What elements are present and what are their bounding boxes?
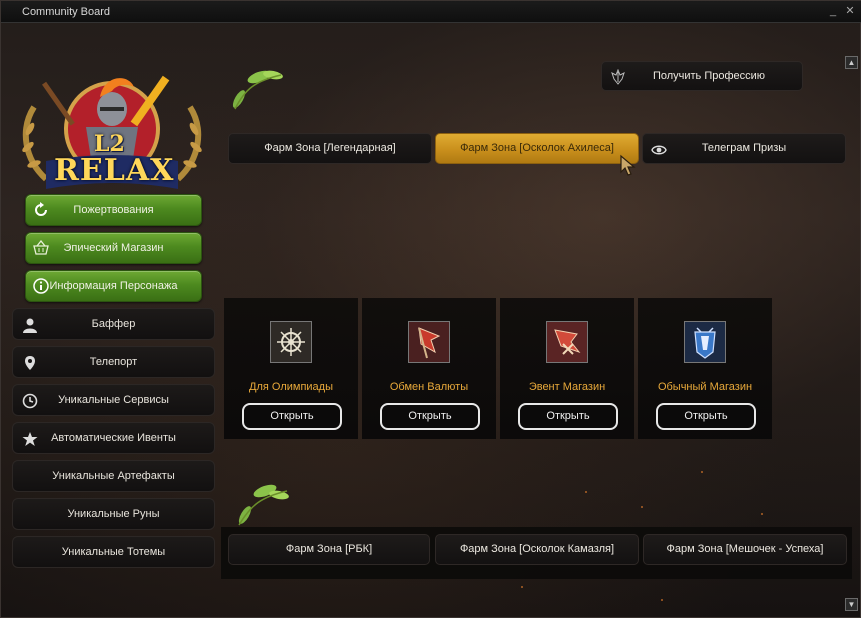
tab-label: Фарм Зона [Осколок Ахилеса]	[460, 142, 614, 154]
bottom-button-label: Фарм Зона [РБК]	[285, 543, 373, 555]
map-pin-icon	[25, 356, 35, 370]
scroll-down-button[interactable]: ▼	[845, 598, 858, 611]
sidebar-item-buffer[interactable]: Баффер	[12, 308, 215, 340]
ember-particle	[585, 491, 587, 493]
mouse-cursor-icon	[620, 154, 636, 176]
open-button[interactable]: Открыть	[380, 403, 480, 430]
minimize-button[interactable]: _	[827, 5, 839, 17]
info-icon	[33, 278, 49, 294]
flag-icon	[408, 321, 450, 363]
sidebar-item-unique-artifacts[interactable]: Уникальные Артефакты	[12, 460, 215, 492]
logo-text-relax: RELAX	[54, 153, 175, 188]
sidebar-item-label: Уникальные Тотемы	[61, 546, 166, 558]
tab-farm-legendary[interactable]: Фарм Зона [Легендарная]	[228, 133, 432, 164]
farm-kamazl-shard-button[interactable]: Фарм Зона [Осколок Камазля]	[435, 534, 639, 565]
open-button[interactable]: Открыть	[656, 403, 756, 430]
basket-icon	[33, 240, 49, 255]
card-currency-exchange: Обмен Валюты Открыть	[362, 298, 496, 439]
l2relax-logo: L2 RELAX	[16, 69, 208, 197]
open-button[interactable]: Открыть	[518, 403, 618, 430]
sidebar-item-label: Баффер	[91, 318, 136, 330]
telegram-icon	[651, 145, 667, 155]
olympiad-icon	[270, 321, 312, 363]
card-label: Обычный Магазин	[657, 381, 753, 393]
sidebar-item-label: Уникальные Руны	[67, 508, 160, 520]
character-info-button[interactable]: Информация Персонажа	[25, 270, 202, 302]
tab-telegram-prizes[interactable]: Телеграм Призы	[642, 133, 846, 164]
leaf-decoration	[238, 484, 289, 526]
tab-label: Фарм Зона [Легендарная]	[264, 142, 396, 154]
shop-crest-icon	[684, 321, 726, 363]
donations-label: Пожертвования	[73, 204, 154, 216]
sidebar-item-unique-totems[interactable]: Уникальные Тотемы	[12, 536, 215, 568]
bottom-button-label: Фарм Зона [Осколок Камазля]	[459, 543, 615, 555]
farm-success-pouch-button[interactable]: Фарм Зона [Мешочек - Успеха]	[643, 534, 847, 565]
epic-shop-label: Эпический Магазин	[63, 242, 164, 254]
user-icon	[23, 318, 37, 333]
close-button[interactable]: ✕	[844, 5, 856, 17]
tab-label: Телеграм Призы	[701, 142, 787, 154]
crest-icon	[611, 69, 625, 85]
get-profession-label: Получить Профессию	[652, 70, 766, 82]
scroll-up-button[interactable]: ▲	[845, 56, 858, 69]
sidebar-item-unique-services[interactable]: Уникальные Сервисы	[12, 384, 215, 416]
ember-particle	[641, 506, 643, 508]
get-profession-button[interactable]: Получить Профессию	[601, 61, 803, 91]
donations-button[interactable]: Пожертвования	[25, 194, 202, 226]
card-event-shop: Эвент Магазин Открыть	[500, 298, 634, 439]
sidebar-item-label: Уникальные Артефакты	[52, 470, 175, 482]
sidebar-item-label: Уникальные Сервисы	[58, 394, 169, 406]
title-bar: Community Board _ ✕	[1, 1, 861, 23]
bottom-button-label: Фарм Зона [Мешочек - Успеха]	[666, 543, 824, 555]
star-icon	[22, 432, 38, 446]
card-regular-shop: Обычный Магазин Открыть	[638, 298, 772, 439]
sidebar-item-auto-events[interactable]: Автоматические Ивенты	[12, 422, 215, 454]
card-label: Для Олимпиады	[249, 381, 333, 393]
card-label: Эвент Магазин	[528, 381, 606, 393]
ember-particle	[521, 586, 523, 588]
leaf-decoration	[232, 70, 283, 110]
window-title: Community Board	[22, 6, 111, 18]
character-info-label: Информация Персонажа	[49, 280, 178, 292]
ember-particle	[761, 513, 763, 515]
farm-rbk-button[interactable]: Фарм Зона [РБК]	[228, 534, 430, 565]
open-button[interactable]: Открыть	[242, 403, 342, 430]
sidebar-item-label: Автоматические Ивенты	[51, 432, 176, 444]
community-board-window: Community Board _ ✕ L2 RELAX Пожертвован…	[0, 0, 861, 618]
clock-icon	[22, 393, 38, 409]
card-olympiad: Для Олимпиады Открыть	[224, 298, 358, 439]
sidebar-item-label: Телепорт	[89, 356, 138, 368]
tab-farm-achilles-shard[interactable]: Фарм Зона [Осколок Ахилеса]	[435, 133, 639, 164]
epic-shop-button[interactable]: Эпический Магазин	[25, 232, 202, 264]
sidebar-item-teleport[interactable]: Телепорт	[12, 346, 215, 378]
refresh-icon	[35, 202, 47, 216]
ember-particle	[701, 471, 703, 473]
event-flag-icon	[546, 321, 588, 363]
card-label: Обмен Валюты	[389, 381, 469, 393]
ember-particle	[661, 599, 663, 601]
sidebar-item-unique-runes[interactable]: Уникальные Руны	[12, 498, 215, 530]
